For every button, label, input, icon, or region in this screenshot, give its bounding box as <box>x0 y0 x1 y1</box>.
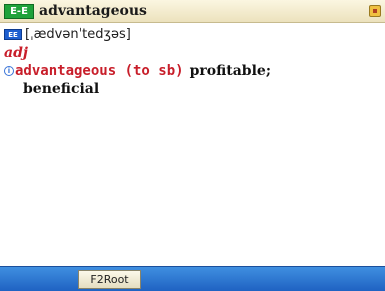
definition-meaning: profitable; <box>189 63 271 79</box>
window-corner-icon[interactable] <box>369 5 381 17</box>
phonetic-text: [ˌædvənˈtedʒəs] <box>25 27 131 42</box>
pronunciation-icon[interactable]: EE <box>4 29 22 40</box>
title-bar: E-E advantageous <box>0 0 385 23</box>
definition-phrase: advantageous (to sb) <box>15 63 184 79</box>
f2-root-button[interactable]: F2Root <box>78 270 141 289</box>
info-icon: i <box>4 66 14 76</box>
pronunciation-row: EE [ˌædvənˈtedʒəs] <box>4 27 131 42</box>
entry-content: EE [ˌædvənˈtedʒəs] adj i advantageous (t… <box>0 23 385 266</box>
definition-line: i advantageous (to sb) profitable; <box>4 63 376 79</box>
part-of-speech: adj <box>4 45 28 61</box>
dictionary-badge-icon: E-E <box>4 3 34 19</box>
definition-meaning-continued: beneficial <box>23 81 100 97</box>
headword-title: advantageous <box>39 3 147 19</box>
bottom-toolbar: F2Root <box>0 266 385 291</box>
definition-block: i advantageous (to sb) profitable; benef… <box>4 63 376 97</box>
